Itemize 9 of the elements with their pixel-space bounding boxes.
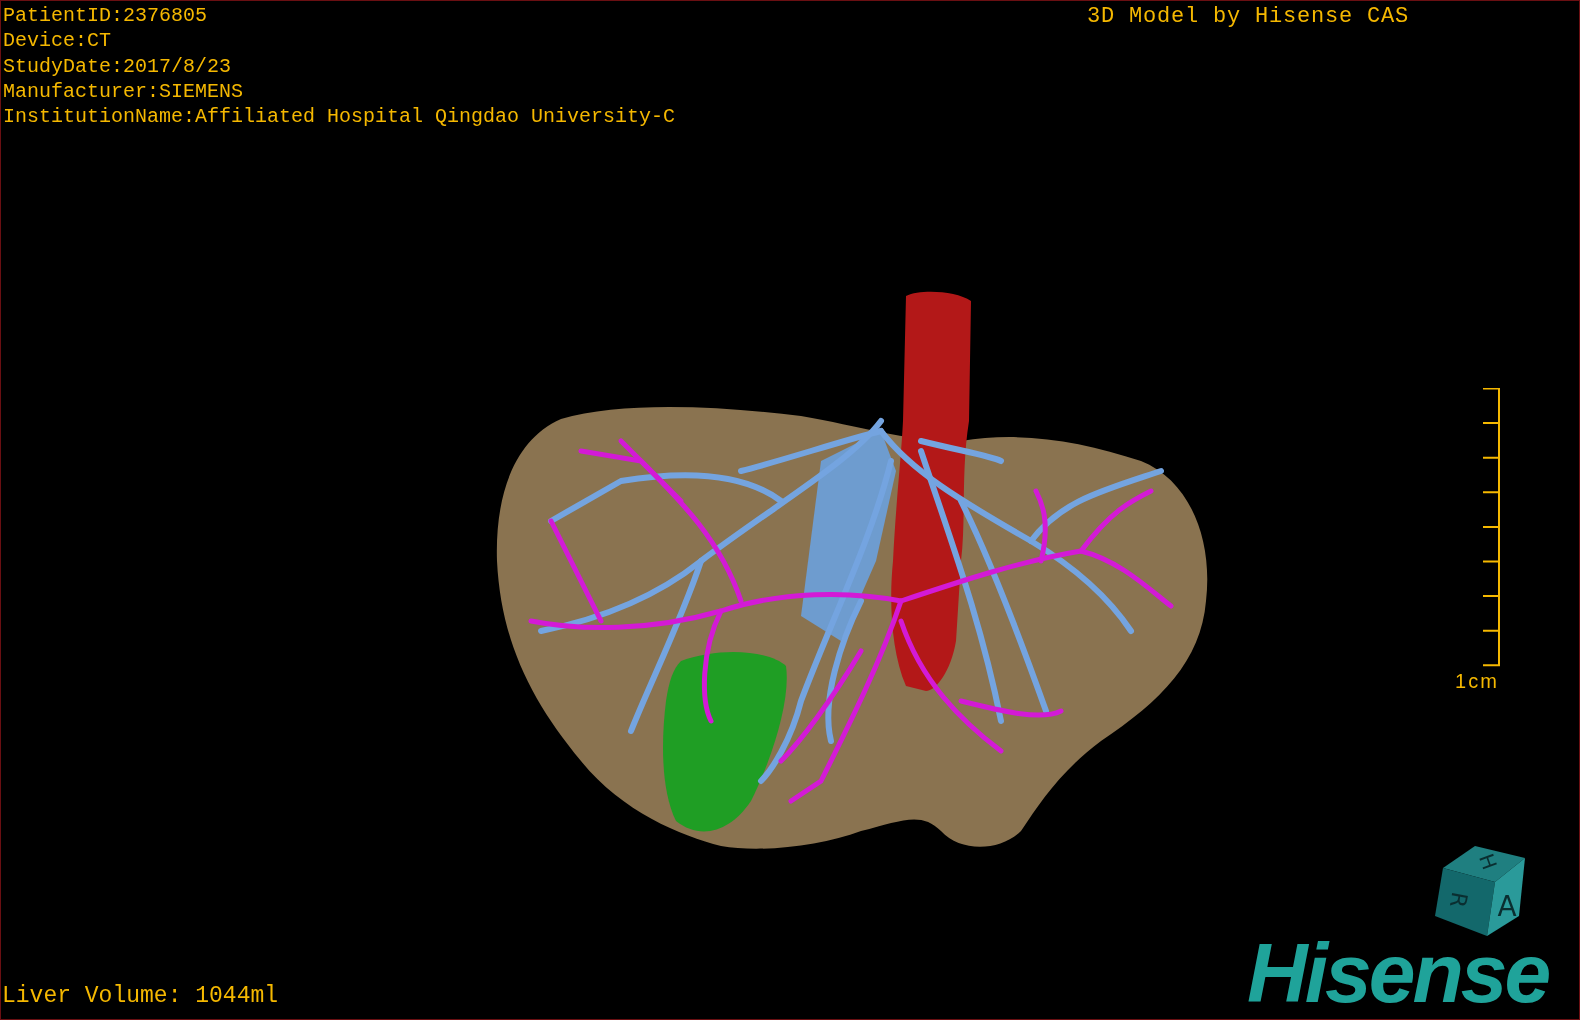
- info-line: PatientID:2376805: [3, 3, 209, 29]
- liver-volume-readout: Liver Volume: 1044ml: [2, 983, 279, 1009]
- liver-model-drawing[interactable]: [496, 291, 1208, 849]
- info-line: StudyDate:2017/8/23: [3, 53, 233, 79]
- info-line: InstitutionName:Affiliated Hospital Qingdao University-C: [3, 104, 676, 130]
- model-title: 3D Model by Hisense CAS: [1087, 4, 1410, 29]
- scale-label: 1cm: [1455, 670, 1499, 693]
- info-line: Device:CT: [3, 28, 113, 54]
- info-line: Manufacturer:SIEMENS: [3, 78, 245, 105]
